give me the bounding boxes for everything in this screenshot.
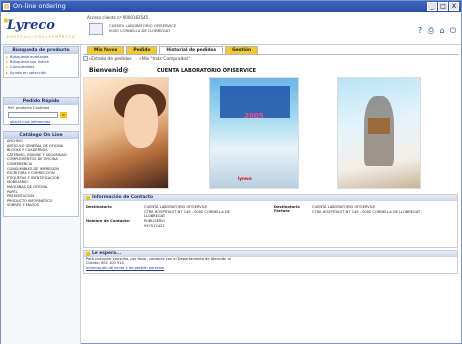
home-icon[interactable]: ⌂ (438, 26, 446, 35)
contact-name-value: PUBLISERVI 937012421 (144, 219, 165, 228)
tab-divider (83, 54, 458, 55)
window-title: On-line ordering (13, 2, 66, 10)
catalog-panel: Catálogo On Line ARCHIVO ARTÍCULO GENERA… (3, 131, 79, 217)
catalog-item[interactable]: SOBRES Y ENVÍOS (4, 203, 78, 208)
photo-face (124, 94, 158, 148)
client-heading: Acceso cliente nº 0000162545 (87, 15, 149, 20)
contact-line: 937012421 (144, 223, 165, 228)
delivery-photo (337, 77, 421, 189)
home-small-icon (83, 56, 88, 61)
billing-label: Destinatario Factura (274, 205, 300, 213)
logout-icon[interactable]: ⏻ (449, 26, 457, 35)
close-button[interactable]: X (449, 2, 459, 11)
contact-title: Información de Contacto (84, 195, 457, 201)
sales-info-link[interactable]: Información de venta y de gestión person… (84, 266, 457, 270)
tab-order[interactable]: Pedido (126, 46, 158, 54)
sub-navigation: Estado de pedidos Mis "más Comprados" (89, 57, 190, 62)
most-purchased-link[interactable]: Mis "más Comprados" (140, 57, 190, 62)
tab-favorites[interactable]: Mis favos (87, 46, 125, 54)
help-icon[interactable]: ? (416, 26, 424, 35)
maximize-button[interactable]: □ (438, 2, 448, 11)
search-panel: Búsqueda de producto Búsqueda avanzada B… (3, 46, 79, 78)
search-panel-title: Búsqueda de producto (4, 47, 78, 54)
client-info: Acceso cliente nº 0000162545 CUENTA LABO… (87, 15, 217, 43)
customer-service-photo (83, 77, 169, 189)
recipient-value: CUENTA LABORATORIO OFISERVICE CTRA HOSPI… (144, 205, 230, 219)
tab-order-history[interactable]: Historial de pedidos (159, 46, 224, 54)
catalog-title: Catálogo On Line (4, 132, 78, 139)
help-section: Le espera... Para cualquier consulta, po… (83, 250, 458, 274)
print-icon[interactable]: ⎙ (427, 26, 435, 35)
billing-line: CTRA HOSPITALET NT 149 - 0000 CORNELLA D… (312, 209, 421, 214)
recipient-label: Destinatario (86, 205, 112, 209)
minimize-button[interactable]: _ (427, 2, 437, 11)
app-window: On-line ordering _ □ X ✱ Lyreco E N S E … (0, 0, 462, 344)
welcome-heading: Bienvenid@ (89, 67, 129, 74)
contact-section: Información de Contacto Destinatario CUE… (83, 194, 458, 248)
app-icon (3, 3, 10, 10)
catalog-cover-photo[interactable]: 2005 lyreco (209, 77, 299, 189)
quick-order-label: Ref. producto Cantidad (8, 106, 50, 110)
quick-order-panel: Pedido Rápido Ref. producto Cantidad » a… (3, 97, 79, 125)
billing-value: CUENTA LABORATORIO OFISERVICE CTRA HOSPI… (312, 205, 420, 214)
quick-order-title: Pedido Rápido (4, 98, 78, 105)
product-ref-input[interactable] (8, 112, 58, 118)
help-title: Le espera... (84, 251, 457, 257)
add-more-refs-link[interactable]: añadir más referencias (4, 120, 78, 124)
tagline: E N S E R V I C I O D E L A E M P R E S … (7, 35, 75, 39)
order-status-link[interactable]: Estado de pedidos (89, 57, 131, 62)
catalog-year: 2005 (244, 112, 264, 120)
tab-management[interactable]: Gestión (225, 46, 259, 54)
sidebar: Búsqueda de producto Búsqueda avanzada B… (1, 45, 81, 344)
selection-help-link[interactable]: Ayuda en selección (4, 70, 78, 75)
logo[interactable]: Lyreco (7, 18, 55, 33)
site-header: ✱ Lyreco E N S E R V I C I O D E L A E M… (1, 12, 461, 45)
catalog-brand: lyreco (238, 176, 252, 181)
client-address: 0000 CORNELLA DE LLOBREGAT (109, 28, 171, 33)
contact-line: PUBLISERVI (144, 219, 165, 223)
title-bar: On-line ordering _ □ X (1, 1, 461, 12)
building-icon (89, 23, 103, 35)
main-tabs: Mis favos Pedido Historial de pedidos Ge… (87, 46, 259, 54)
quick-order-go-button[interactable]: » (60, 112, 67, 118)
parcel-box (368, 118, 390, 134)
company-heading: CUENTA LABORATORIO OFISERVICE (157, 68, 256, 74)
contact-name-label: Nombre de Contacto: (86, 219, 131, 223)
